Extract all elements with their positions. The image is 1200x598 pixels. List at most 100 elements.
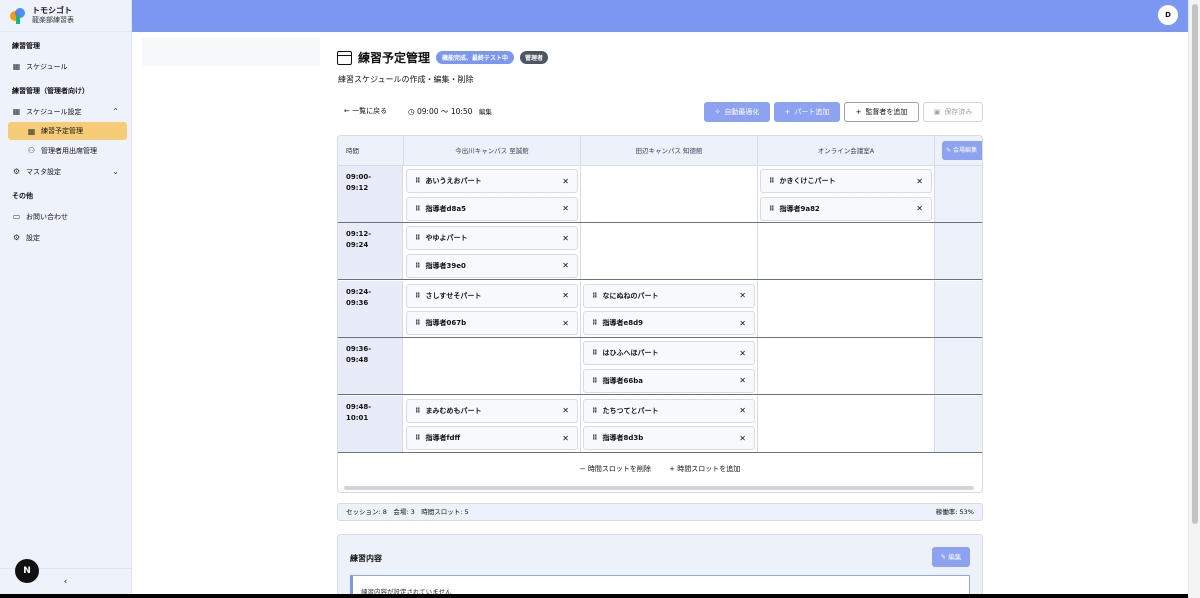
venue-cell[interactable]: ⠿ かきくけこパート ✕ ⠿ 指導者9a82 ✕: [758, 166, 935, 222]
save-button[interactable]: ▣ 保存済み: [923, 102, 983, 122]
add-part-button[interactable]: + パート追加: [774, 102, 840, 122]
remove-slot-button[interactable]: − 時間スロットを削除: [580, 465, 651, 473]
time-edit-link[interactable]: 編集: [479, 108, 492, 116]
horizontal-scrollbar[interactable]: [344, 486, 974, 490]
chevron-down-icon: ⌄: [112, 167, 119, 176]
page-header: 練習予定管理 機能完成、最終テスト中 管理者: [337, 49, 549, 66]
venue-cell[interactable]: ⠿ あいうえおパート ✕ ⠿ 指導者d8a5 ✕: [404, 166, 581, 222]
save-icon: ▣: [933, 108, 941, 116]
close-icon[interactable]: ✕: [916, 204, 923, 213]
director-chip[interactable]: ⠿ 指導者067b ✕: [406, 311, 578, 336]
stats-summary: セッション: 8 会場: 3 時間スロット: 5: [346, 508, 469, 516]
avatar[interactable]: D: [1158, 5, 1178, 25]
next-dev-badge[interactable]: N: [15, 559, 39, 583]
close-icon[interactable]: ✕: [916, 177, 923, 186]
back-to-list-link[interactable]: ← 一覧に戻る: [344, 106, 387, 116]
scrollbar-thumb[interactable]: [1192, 4, 1198, 524]
sidebar-item-schedule-settings[interactable]: ▦ スケジュール設定 ⌃: [0, 101, 131, 122]
time-slot-label: 09:48- 10:01: [338, 395, 403, 452]
chip-label: 指導者d8a5: [425, 204, 466, 213]
close-icon[interactable]: ✕: [739, 319, 746, 328]
close-icon[interactable]: ✕: [562, 434, 569, 443]
venue-cell[interactable]: ⠿ はひふへほパート ✕ ⠿ 指導者66ba ✕: [581, 338, 758, 395]
drag-handle-icon[interactable]: ⠿: [415, 407, 421, 415]
chip-label: なにぬねのパート: [602, 291, 659, 300]
brand[interactable]: トモシゴト 龍楽部練習表: [0, 0, 131, 32]
add-slot-button[interactable]: + 時間スロットを追加: [669, 465, 740, 473]
button-label: 監督者を追加: [865, 108, 908, 116]
auto-optimize-button[interactable]: ✧ 自動最適化: [704, 102, 770, 122]
venue-cell[interactable]: ⠿ やゆよパート ✕ ⠿ 指導者39e0 ✕: [404, 223, 581, 280]
practice-title: 練習内容: [350, 554, 382, 563]
part-chip[interactable]: ⠿ たちつてとパート ✕: [583, 398, 755, 423]
sidebar-item-settings[interactable]: ⚙ 設定: [0, 227, 131, 248]
venue-cell[interactable]: [758, 280, 935, 337]
drag-handle-icon[interactable]: ⠿: [415, 234, 421, 242]
drag-handle-icon[interactable]: ⠿: [592, 407, 598, 415]
drag-handle-icon[interactable]: ⠿: [592, 434, 598, 442]
venue-cell[interactable]: ⠿ まみむめもパート ✕ ⠿ 指導者fdff ✕: [404, 395, 581, 452]
part-chip[interactable]: ⠿ はひふへほパート ✕: [583, 341, 755, 366]
sidebar-item-master-settings[interactable]: ⚙ マスタ設定 ⌄: [0, 161, 131, 182]
part-chip[interactable]: ⠿ まみむめもパート ✕: [406, 398, 578, 423]
drag-handle-icon[interactable]: ⠿: [415, 262, 421, 270]
close-icon[interactable]: ✕: [739, 291, 746, 300]
venue-edit-button[interactable]: ✎ 会場編集: [942, 141, 982, 160]
sidebar-item-director-attendance[interactable]: ⚇ 管理者用出席管理: [0, 140, 131, 161]
close-icon[interactable]: ✕: [562, 261, 569, 270]
sidebar-item-practice-plan[interactable]: ▦ 練習予定管理: [8, 122, 127, 140]
director-chip[interactable]: ⠿ 指導者66ba ✕: [583, 368, 755, 393]
drag-handle-icon[interactable]: ⠿: [415, 177, 421, 185]
part-chip[interactable]: ⠿ なにぬねのパート ✕: [583, 283, 755, 308]
close-icon[interactable]: ✕: [562, 234, 569, 243]
drag-handle-icon[interactable]: ⠿: [769, 205, 775, 213]
close-icon[interactable]: ✕: [562, 204, 569, 213]
drag-handle-icon[interactable]: ⠿: [415, 434, 421, 442]
gear-icon: ⚙: [12, 167, 21, 176]
part-chip[interactable]: ⠿ あいうえおパート ✕: [406, 169, 578, 193]
drag-handle-icon[interactable]: ⠿: [592, 377, 598, 385]
practice-edit-button[interactable]: ✎ 編集: [932, 547, 970, 567]
venue-cell[interactable]: ⠿ なにぬねのパート ✕ ⠿ 指導者e8d9 ✕: [581, 280, 758, 337]
vertical-scrollbar[interactable]: [1188, 0, 1200, 598]
close-icon[interactable]: ✕: [739, 434, 746, 443]
venue-cell[interactable]: [758, 395, 935, 452]
close-icon[interactable]: ✕: [739, 349, 746, 358]
drag-handle-icon[interactable]: ⠿: [415, 319, 421, 327]
close-icon[interactable]: ✕: [739, 376, 746, 385]
drag-handle-icon[interactable]: ⠿: [592, 349, 598, 357]
director-chip[interactable]: ⠿ 指導者39e0 ✕: [406, 253, 578, 278]
drag-handle-icon[interactable]: ⠿: [592, 319, 598, 327]
venue-cell[interactable]: [758, 338, 935, 395]
director-chip[interactable]: ⠿ 指導者8d3b ✕: [583, 426, 755, 451]
venue-cell[interactable]: ⠿ たちつてとパート ✕ ⠿ 指導者8d3b ✕: [581, 395, 758, 452]
part-chip[interactable]: ⠿ さしすせそパート ✕: [406, 283, 578, 308]
close-icon[interactable]: ✕: [562, 177, 569, 186]
director-chip[interactable]: ⠿ 指導者fdff ✕: [406, 426, 578, 451]
sidebar-item-label: 設定: [26, 233, 40, 242]
chip-label: はひふへほパート: [602, 349, 659, 358]
drag-handle-icon[interactable]: ⠿: [769, 177, 775, 185]
close-icon[interactable]: ✕: [562, 291, 569, 300]
close-icon[interactable]: ✕: [739, 406, 746, 415]
director-chip[interactable]: ⠿ 指導者d8a5 ✕: [406, 196, 578, 221]
venue-cell[interactable]: [581, 166, 758, 222]
sidebar-section-admin: 練習管理（管理者向け）: [12, 87, 89, 95]
venue-cell[interactable]: ⠿ さしすせそパート ✕ ⠿ 指導者067b ✕: [404, 280, 581, 337]
venue-cell[interactable]: [581, 223, 758, 280]
close-icon[interactable]: ✕: [562, 406, 569, 415]
part-chip[interactable]: ⠿ かきくけこパート ✕: [760, 169, 932, 193]
drag-handle-icon[interactable]: ⠿: [415, 292, 421, 300]
drag-handle-icon[interactable]: ⠿: [415, 205, 421, 213]
venue-cell[interactable]: [758, 223, 935, 280]
drag-handle-icon[interactable]: ⠿: [592, 292, 598, 300]
sidebar-item-contact[interactable]: ▭ お問い合わせ: [0, 206, 131, 227]
venue-cell[interactable]: [404, 338, 581, 395]
part-chip[interactable]: ⠿ やゆよパート ✕: [406, 226, 578, 251]
chip-label: まみむめもパート: [425, 406, 482, 415]
close-icon[interactable]: ✕: [562, 319, 569, 328]
director-chip[interactable]: ⠿ 指導者e8d9 ✕: [583, 311, 755, 336]
add-director-button[interactable]: + 監督者を追加: [844, 102, 919, 122]
sidebar-item-schedule[interactable]: ▦ スケジュール: [0, 56, 131, 77]
director-chip[interactable]: ⠿ 指導者9a82 ✕: [760, 196, 932, 221]
